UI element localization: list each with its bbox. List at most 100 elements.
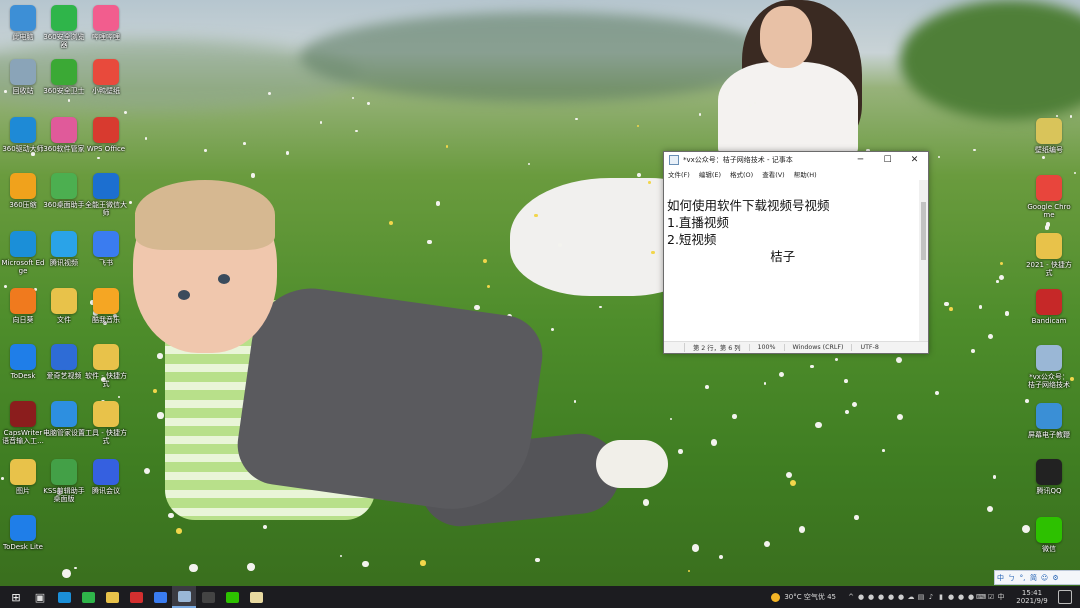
desktop-shortcut[interactable]: 360驱动大师	[0, 117, 46, 153]
taskbar-button[interactable]	[172, 586, 196, 608]
cloud-icon[interactable]: ☁	[906, 593, 916, 601]
desktop-shortcut[interactable]: Microsoft Edge	[0, 231, 46, 275]
scrollbar-thumb[interactable]	[921, 202, 926, 260]
input-method-icon[interactable]: 中	[996, 592, 1006, 602]
microphone-icon[interactable]: ▮	[936, 593, 946, 601]
desktop-shortcut[interactable]: 360安全浏览器	[41, 5, 87, 49]
desktop-shortcut[interactable]: ToDesk	[0, 344, 46, 380]
desktop-shortcut[interactable]: 软件 - 快捷方式	[83, 344, 129, 388]
desktop-shortcut[interactable]: 壁纸编号	[1026, 118, 1072, 154]
wallpaper-flower	[157, 353, 163, 359]
wallpaper-flower	[973, 148, 976, 152]
ime-bopomofo[interactable]: ㄅ	[1006, 573, 1017, 583]
desktop-shortcut[interactable]: Bandicam	[1026, 289, 1072, 325]
desktop-shortcut[interactable]: 360桌面助手	[41, 173, 87, 209]
ime-punctuation[interactable]: °,	[1017, 574, 1028, 582]
desktop-shortcut-label: WPS Office	[86, 145, 126, 153]
desktop-shortcut[interactable]: 飞书	[83, 231, 129, 267]
desktop-shortcut[interactable]: 2021 - 快捷方式	[1026, 233, 1072, 277]
tray-app-icon[interactable]: ●	[966, 593, 976, 601]
menu-file[interactable]: 文件(F)	[668, 169, 690, 179]
close-button[interactable]: ✕	[901, 155, 928, 165]
desktop-shortcut[interactable]: 360软件管家	[41, 117, 87, 153]
tools-folder-icon	[93, 401, 119, 427]
desktop-shortcut[interactable]: CapsWriter 语音输入工...	[0, 401, 46, 445]
notepad-title: *vx公众号：桔子网络技术 - 记事本	[683, 155, 793, 164]
taskbar-button[interactable]	[124, 586, 148, 608]
ime-simplified[interactable]: 简	[1028, 573, 1039, 583]
ime-mode-chinese[interactable]: 中	[995, 573, 1006, 583]
taskbar-button[interactable]	[100, 586, 124, 608]
taskbar-button[interactable]: ⊞	[4, 586, 28, 608]
desktop-shortcut[interactable]: 工具 - 快捷方式	[83, 401, 129, 445]
notepad-text-area[interactable]: 如何使用软件下载视频号视频 1.直播视频 2.短视频 桔子	[664, 180, 918, 342]
checkbox-icon[interactable]: ☑	[986, 593, 996, 601]
clock[interactable]: 15:41 2021/9/9	[1012, 589, 1052, 605]
ime-toolbar[interactable]: 中 ㄅ °, 简 ☺ ⚙	[994, 570, 1080, 585]
weather-widget[interactable]: 30°C 空气优 45	[771, 592, 836, 602]
maximize-button[interactable]: ☐	[874, 155, 901, 165]
desktop-shortcut[interactable]: 哔哩哔哩	[83, 5, 129, 41]
desktop-shortcut[interactable]: 腾讯QQ	[1026, 459, 1072, 495]
wallpaper-flower	[790, 480, 797, 487]
desktop-shortcut[interactable]: 腾讯视频	[41, 231, 87, 267]
desktop-shortcut[interactable]: 小鸭壁纸	[83, 59, 129, 95]
keyboard-icon[interactable]: ⌨	[976, 593, 986, 601]
notepad-window[interactable]: *vx公众号：桔子网络技术 - 记事本 ─ ☐ ✕ 文件(F) 编辑(E) 格式…	[663, 151, 929, 354]
compress-360-icon	[10, 173, 36, 199]
tray-app-icon[interactable]: ●	[856, 593, 866, 601]
notification-center-icon[interactable]	[1058, 590, 1072, 604]
tray-app-icon[interactable]: ●	[886, 593, 896, 601]
desktop-shortcut[interactable]: 向日葵	[0, 288, 46, 324]
taskbar-button[interactable]: ▣	[28, 586, 52, 608]
wallpaper-flower	[763, 381, 767, 385]
wallpaper-flower	[285, 151, 290, 155]
desktop-shortcut[interactable]: 屏幕电子教鞭	[1026, 403, 1072, 439]
desktop-shortcut[interactable]: 爱奇艺视频	[41, 344, 87, 380]
desktop-shortcut[interactable]: 电脑管家设置	[41, 401, 87, 437]
show-hidden-icons-chevron-icon[interactable]: ^	[846, 593, 856, 601]
network-icon[interactable]: ▤	[916, 593, 926, 601]
desktop-shortcut-label: 软件 - 快捷方式	[85, 372, 127, 388]
notepad-title-bar[interactable]: *vx公众号：桔子网络技术 - 记事本 ─ ☐ ✕	[664, 152, 928, 167]
tray-app-icon[interactable]: ●	[876, 593, 886, 601]
taskbar-button[interactable]	[52, 586, 76, 608]
wallpaper-flower	[732, 414, 737, 419]
desktop-shortcut[interactable]: WPS Office	[83, 117, 129, 153]
desktop-shortcut[interactable]: ToDesk Lite	[0, 515, 46, 551]
desktop-shortcut[interactable]: 360压缩	[0, 173, 46, 209]
wechat-tray-icon[interactable]: ●	[946, 593, 956, 601]
tray-app-icon[interactable]: ●	[956, 593, 966, 601]
taskbar-button[interactable]	[76, 586, 100, 608]
desktop-shortcut[interactable]: 腾讯会议	[83, 459, 129, 495]
taskbar-button[interactable]	[220, 586, 244, 608]
ime-emoji-icon[interactable]: ☺	[1039, 574, 1050, 582]
taskbar-button[interactable]	[244, 586, 268, 608]
tray-app-icon[interactable]: ●	[866, 593, 876, 601]
tray-app-icon[interactable]: ●	[896, 593, 906, 601]
sunflower-icon	[10, 288, 36, 314]
vertical-scrollbar[interactable]	[919, 180, 928, 342]
wallpaper-flower	[814, 421, 822, 429]
desktop-shortcut[interactable]: Google Chrome	[1026, 175, 1072, 219]
desktop-shortcut[interactable]: 回收站	[0, 59, 46, 95]
ime-settings-icon[interactable]: ⚙	[1050, 574, 1061, 582]
menu-view[interactable]: 查看(V)	[762, 169, 785, 179]
desktop-shortcut[interactable]: KSS剪辑助手桌面版	[41, 459, 87, 503]
taskbar-button[interactable]	[148, 586, 172, 608]
menu-help[interactable]: 帮助(H)	[794, 169, 817, 179]
taskbar-button[interactable]	[196, 586, 220, 608]
desktop-shortcut[interactable]: 360安全卫士	[41, 59, 87, 95]
desktop-shortcut[interactable]: *vx公众号：桔子网络技术	[1026, 345, 1072, 389]
desktop-shortcut[interactable]: 全能王微信大师	[83, 173, 129, 217]
wallpaper-woman-body	[718, 62, 858, 158]
desktop-shortcut[interactable]: 图片	[0, 459, 46, 495]
minimize-button[interactable]: ─	[847, 155, 874, 165]
menu-edit[interactable]: 编辑(E)	[699, 169, 721, 179]
desktop-shortcut[interactable]: 此电脑	[0, 5, 46, 41]
volume-icon[interactable]: ♪	[926, 593, 936, 601]
desktop-shortcut[interactable]: 文件	[41, 288, 87, 324]
desktop-shortcut[interactable]: 酷我音乐	[83, 288, 129, 324]
menu-format[interactable]: 格式(O)	[730, 169, 753, 179]
desktop-shortcut[interactable]: 微信	[1026, 517, 1072, 553]
